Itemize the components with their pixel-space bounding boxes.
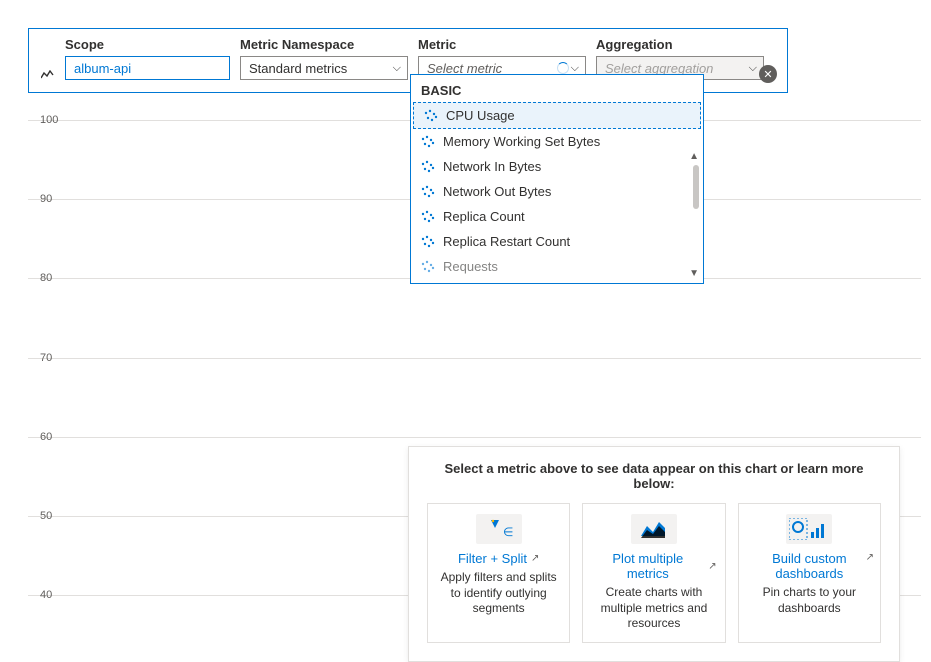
card-link-text: Filter + Split	[458, 551, 527, 566]
gridline	[28, 358, 921, 359]
card-icon	[786, 514, 832, 544]
scope-selector[interactable]: album-api	[65, 56, 230, 80]
y-axis-tick-label: 80	[40, 272, 52, 284]
close-icon: ✕	[763, 68, 772, 81]
chevron-down-icon: ⌵	[749, 62, 757, 75]
card-icon	[631, 514, 677, 544]
namespace-selector[interactable]: Standard metrics ⌵	[240, 56, 408, 80]
y-axis-tick-label: 70	[40, 352, 52, 364]
metric-label: Metric	[418, 37, 586, 52]
scope-field: Scope album-api	[65, 37, 230, 80]
card-description: Apply filters and splits to identify out…	[436, 570, 561, 617]
spinner-icon	[557, 62, 569, 74]
dropdown-item-label: Memory Working Set Bytes	[443, 134, 600, 149]
svg-text:∈: ∈	[503, 525, 513, 539]
dropdown-item[interactable]: Network Out Bytes	[411, 179, 703, 204]
chevron-down-icon: ⌵	[393, 62, 401, 75]
y-axis-tick-label: 40	[40, 589, 52, 601]
dropdown-item-label: Replica Restart Count	[443, 234, 570, 249]
card-icon: ∈	[476, 514, 522, 544]
scroll-down-icon[interactable]: ▼	[689, 268, 699, 279]
namespace-label: Metric Namespace	[240, 37, 408, 52]
y-axis-tick-label: 90	[40, 193, 52, 205]
help-title: Select a metric above to see data appear…	[427, 461, 881, 491]
dropdown-section-header: BASIC	[411, 75, 703, 102]
dropdown-item-label: Network Out Bytes	[443, 184, 551, 199]
loading-chevron: ⌵	[557, 62, 579, 75]
metric-dropdown: BASIC ▲ CPU UsageMemory Working Set Byte…	[410, 74, 704, 284]
help-card[interactable]: ∈ Filter + Split ↗ Apply filters and splits…	[427, 503, 570, 643]
dropdown-item[interactable]: Replica Count	[411, 204, 703, 229]
dropdown-item-label: Requests	[443, 259, 498, 274]
help-panel: Select a metric above to see data appear…	[408, 446, 900, 662]
metric-icon	[421, 185, 435, 199]
card-link-text: Plot multiple metrics	[591, 551, 704, 581]
help-cards-row: ∈ Filter + Split ↗ Apply filters and splits…	[427, 503, 881, 643]
y-axis-tick-label: 60	[40, 431, 52, 443]
metric-icon	[421, 210, 435, 224]
dropdown-list: CPU Usage Memory Working Set Bytes Network…	[411, 102, 703, 279]
dropdown-item-label: Replica Count	[443, 209, 525, 224]
dropdown-item-label: CPU Usage	[446, 108, 515, 123]
card-link[interactable]: Filter + Split ↗	[458, 551, 539, 566]
aggregation-label: Aggregation	[596, 37, 764, 52]
card-link[interactable]: Plot multiple metrics ↗	[591, 551, 716, 581]
dropdown-item[interactable]: Memory Working Set Bytes	[411, 129, 703, 154]
metric-icon	[421, 160, 435, 174]
external-link-icon: ↗	[866, 552, 874, 563]
metric-icon	[421, 260, 435, 274]
dropdown-item[interactable]: Requests	[411, 254, 703, 279]
dropdown-item-label: Network In Bytes	[443, 159, 541, 174]
help-card[interactable]: Build custom dashboards Pin charts to you…	[738, 503, 881, 643]
card-description: Create charts with multiple metrics and …	[591, 585, 716, 632]
y-axis-tick-label: 100	[40, 114, 58, 126]
scope-label: Scope	[65, 37, 230, 52]
external-link-icon: ↗	[531, 553, 539, 564]
external-link-icon: ↗	[708, 561, 716, 572]
gridline	[28, 437, 921, 438]
namespace-value: Standard metrics	[249, 61, 347, 76]
line-chart-icon	[41, 67, 55, 85]
namespace-field: Metric Namespace Standard metrics ⌵	[240, 37, 408, 80]
metric-icon	[424, 109, 438, 123]
card-description: Pin charts to your dashboards	[747, 585, 872, 616]
dropdown-item[interactable]: Replica Restart Count	[411, 229, 703, 254]
remove-query-button[interactable]: ✕	[759, 65, 777, 83]
metric-icon	[421, 235, 435, 249]
card-link-text: Build custom dashboards	[747, 551, 872, 581]
chevron-down-icon: ⌵	[571, 62, 579, 75]
y-axis-tick-label: 50	[40, 510, 52, 522]
scope-value: album-api	[74, 61, 131, 76]
dropdown-item[interactable]: CPU Usage	[413, 102, 701, 129]
dropdown-item[interactable]: Network In Bytes	[411, 154, 703, 179]
card-link[interactable]: Build custom dashboards	[747, 551, 872, 581]
help-card[interactable]: Plot multiple metrics ↗ Create charts with…	[582, 503, 725, 643]
metric-icon	[421, 135, 435, 149]
